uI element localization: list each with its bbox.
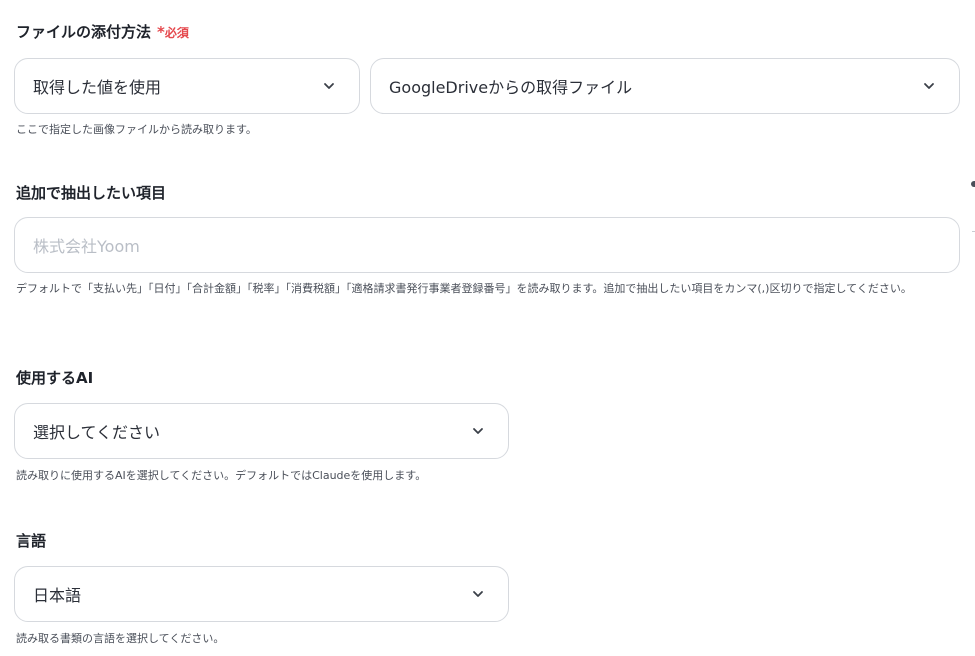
required-asterisk: * — [157, 23, 165, 41]
attachment-file-select[interactable]: GoogleDriveからの取得ファイル — [370, 58, 960, 114]
ai-help-text: 読み取りに使用するAIを選択してください。デフォルトではClaudeを使用します… — [16, 469, 427, 482]
attachment-file-value: GoogleDriveからの取得ファイル — [389, 78, 633, 97]
language-help-text: 読み取る書類の言語を選択してください。 — [16, 632, 225, 645]
extract-items-label: 追加で抽出したい項目 — [16, 184, 167, 202]
language-select-value: 日本語 — [33, 586, 82, 605]
extract-items-input[interactable]: 株式会社Yoom — [14, 217, 960, 273]
extract-items-placeholder: 株式会社Yoom — [33, 237, 140, 256]
required-badge: 必須 — [164, 26, 189, 40]
chevron-down-icon — [470, 423, 486, 439]
scroll-marker — [971, 181, 975, 187]
ai-select-value: 選択してください — [33, 423, 161, 442]
attachment-method-label-text: ファイルの添付方法 — [16, 23, 152, 41]
form-page: ファイルの添付方法 *必須 取得した値を使用 GoogleDriveからの取得ファ… — [0, 0, 975, 656]
extract-items-help-text: デフォルトで「支払い先」「日付」「合計金額」「税率」「消費税額」「適格請求書発行… — [16, 282, 912, 295]
chevron-down-icon — [470, 586, 486, 602]
chevron-down-icon — [921, 78, 937, 94]
ai-label: 使用するAI — [16, 369, 94, 387]
attachment-help-text: ここで指定した画像ファイルから読み取ります。 — [16, 123, 257, 136]
attachment-source-value: 取得した値を使用 — [33, 78, 162, 97]
language-select[interactable]: 日本語 — [14, 566, 509, 622]
language-label: 言語 — [16, 532, 47, 550]
attachment-method-label: ファイルの添付方法 *必須 — [16, 22, 189, 43]
chevron-down-icon — [321, 78, 337, 94]
ai-select[interactable]: 選択してください — [14, 403, 509, 459]
attachment-source-select[interactable]: 取得した値を使用 — [14, 58, 360, 114]
